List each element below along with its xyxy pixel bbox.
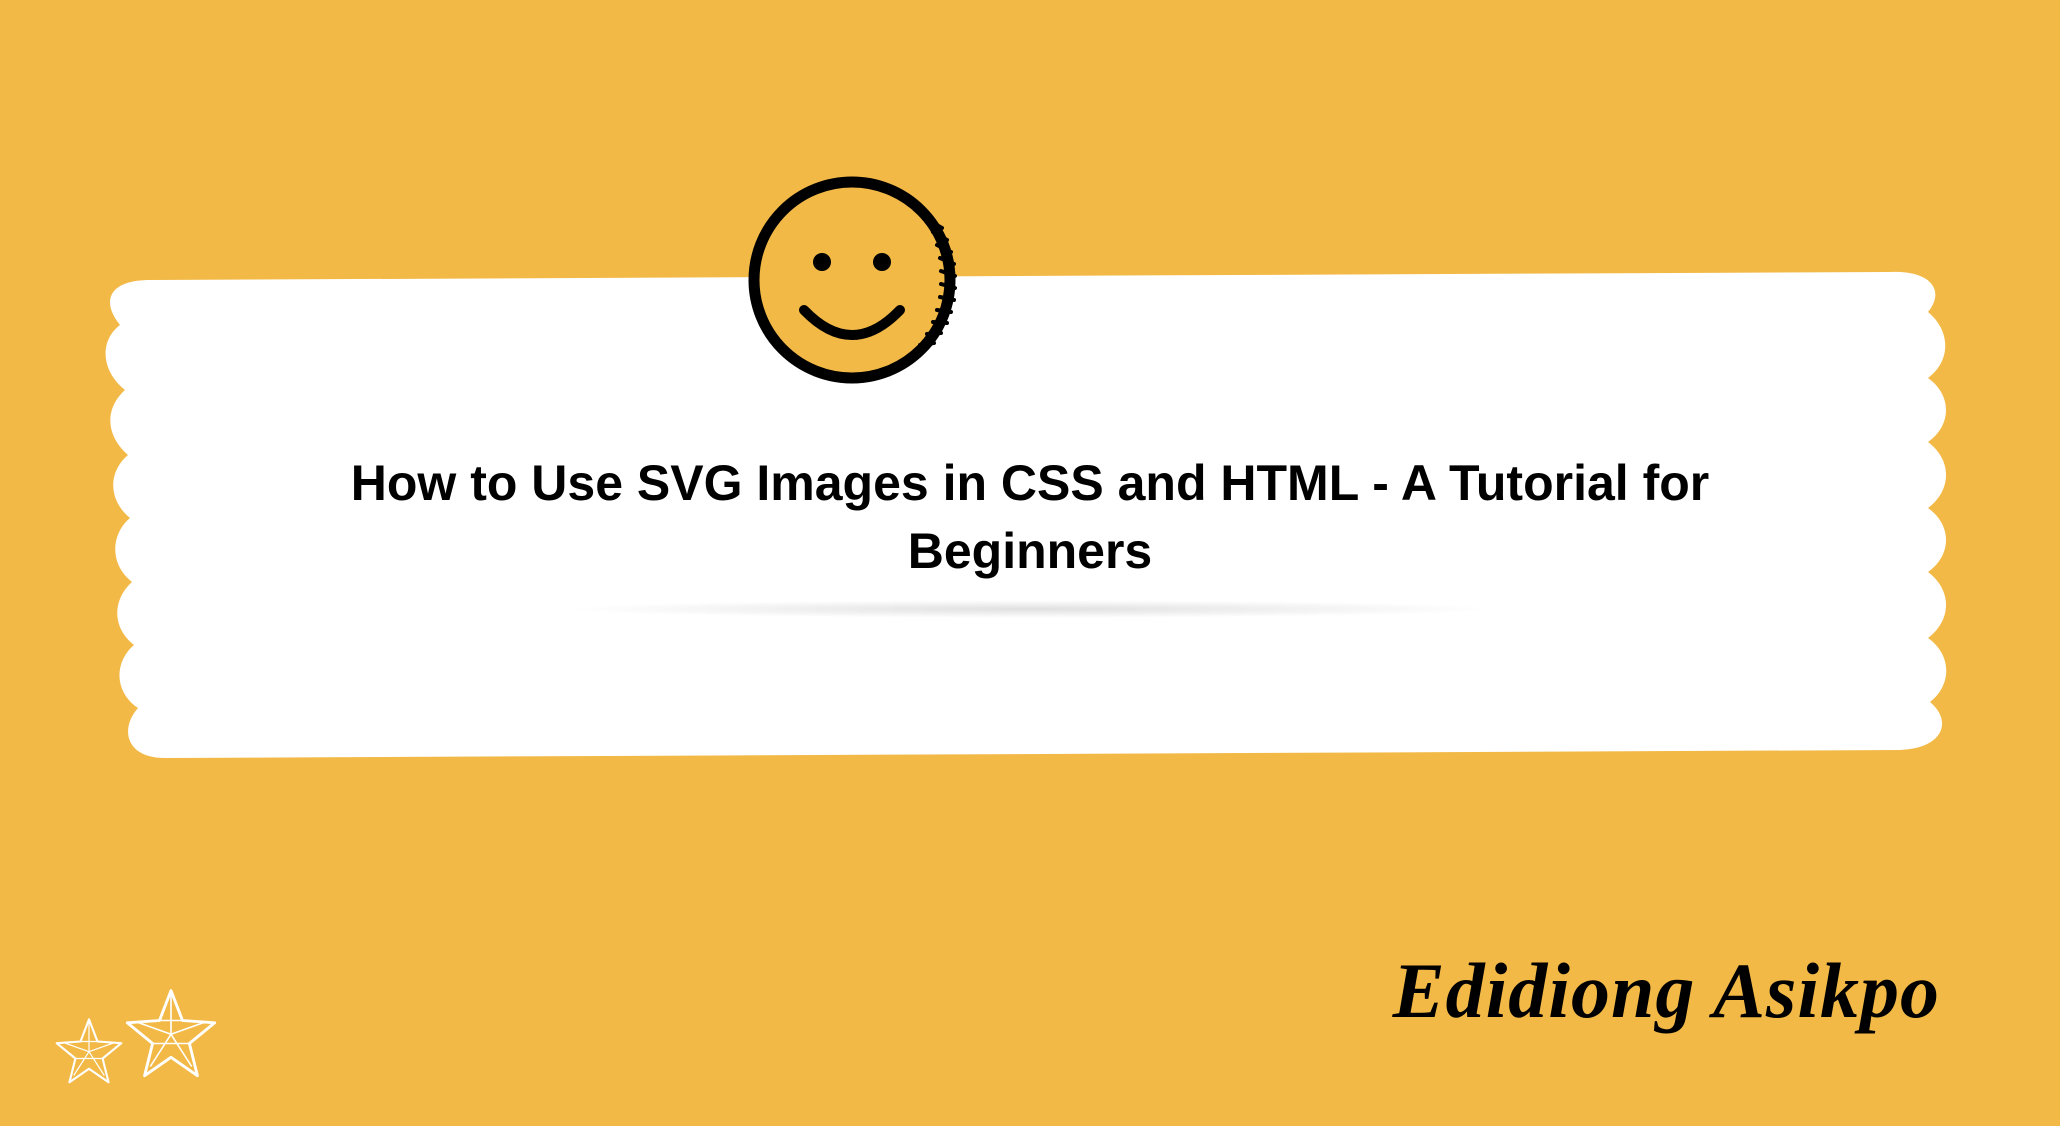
stars-icon — [55, 966, 265, 1106]
title-container: How to Use SVG Images in CSS and HTML - … — [250, 450, 1810, 585]
author-name: Edidiong Asikpo — [1393, 946, 1940, 1036]
page-title: How to Use SVG Images in CSS and HTML - … — [250, 450, 1810, 585]
smiley-icon — [740, 160, 965, 390]
